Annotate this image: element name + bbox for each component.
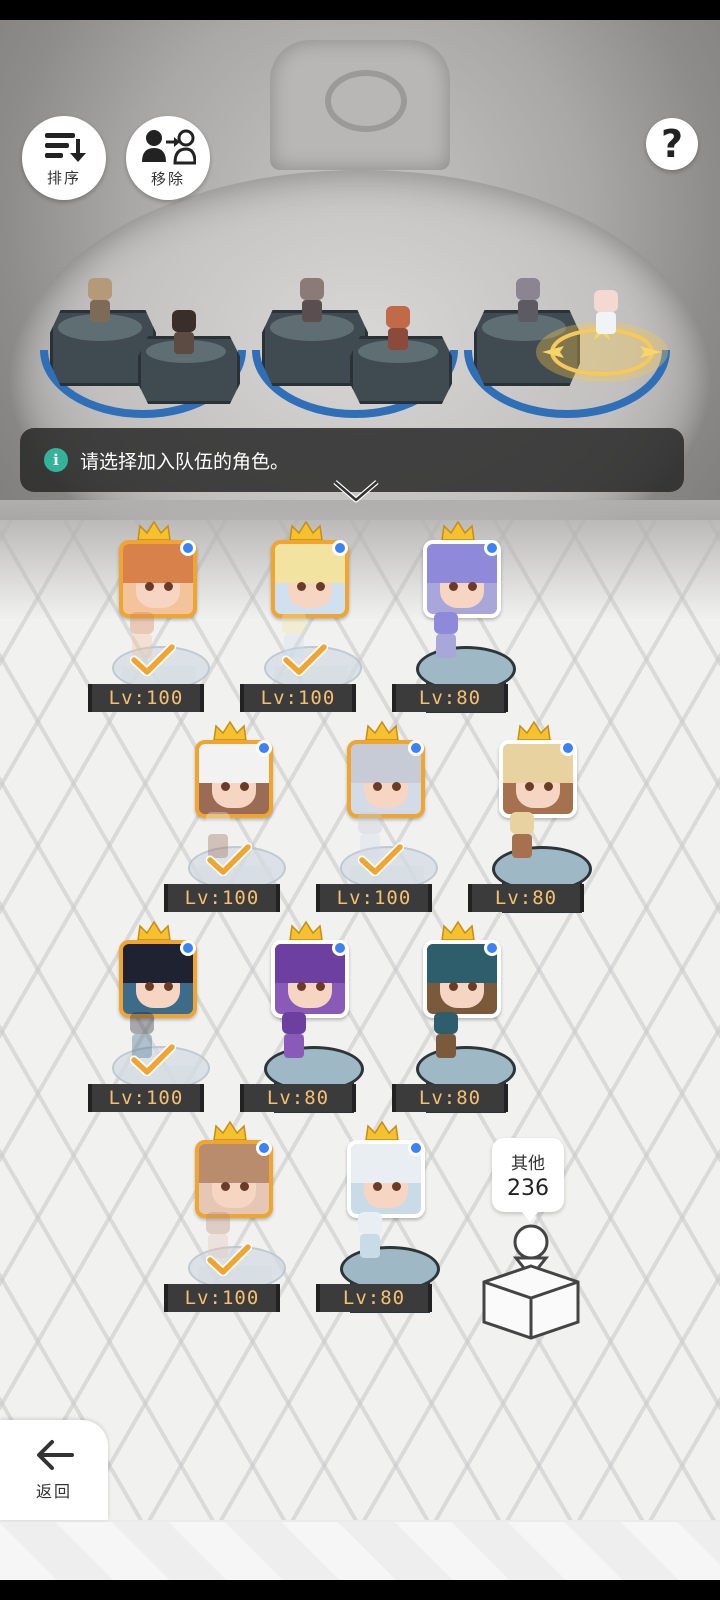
character-card[interactable]: Lv:80 xyxy=(316,1120,452,1320)
element-badge xyxy=(332,540,348,556)
character-card[interactable]: Lv:100 xyxy=(164,1120,300,1320)
element-badge xyxy=(408,1140,424,1156)
character-card[interactable]: Lv:100 xyxy=(88,920,224,1120)
checkmark-icon xyxy=(130,1042,176,1076)
character-card[interactable]: Lv:80 xyxy=(240,920,376,1120)
team-sprite-2 xyxy=(164,310,204,358)
crown-icon xyxy=(441,520,475,541)
level-label: Lv:80 xyxy=(468,884,584,912)
element-badge xyxy=(560,740,576,756)
element-badge xyxy=(180,540,196,556)
help-button[interactable]: ? xyxy=(646,118,698,170)
element-badge xyxy=(484,540,500,556)
arrow-left-icon xyxy=(37,1440,74,1470)
character-card[interactable]: Lv:100 xyxy=(316,720,452,920)
level-label: Lv:100 xyxy=(88,684,204,712)
sort-icon xyxy=(45,132,86,162)
checkmark-icon xyxy=(358,842,404,876)
info-icon: i xyxy=(44,448,68,472)
crown-icon xyxy=(365,720,399,741)
element-badge xyxy=(408,740,424,756)
character-sprite xyxy=(426,612,466,662)
remove-member-icon xyxy=(142,129,196,164)
back-button[interactable]: 返回 xyxy=(0,1420,108,1520)
team-sprite-5 xyxy=(508,278,548,326)
level-label: Lv:100 xyxy=(164,1284,280,1312)
crown-icon xyxy=(137,520,171,541)
remove-label: 移除 xyxy=(150,169,185,188)
character-card[interactable]: Lv:100 xyxy=(240,520,376,720)
character-sprite xyxy=(350,1212,390,1262)
crown-icon xyxy=(289,920,323,941)
others-pedestal[interactable] xyxy=(478,1220,584,1340)
crown-icon xyxy=(441,920,475,941)
sort-button[interactable]: 排序 xyxy=(22,116,106,200)
back-label: 返回 xyxy=(35,1482,72,1501)
character-card[interactable]: Lv:80 xyxy=(392,920,528,1120)
game-screen: 排序 移除 ? i 请选择加入队伍的角色。 Lv:100 Lv:100 Lv:8… xyxy=(0,20,720,1580)
instruction-text: 请选择加入队伍的角色。 xyxy=(80,450,290,473)
level-label: Lv:100 xyxy=(240,684,356,712)
level-label: Lv:80 xyxy=(316,1284,432,1312)
team-sprite-1 xyxy=(80,278,120,326)
character-sprite xyxy=(426,1012,466,1062)
level-label: Lv:100 xyxy=(316,884,432,912)
level-label: Lv:80 xyxy=(240,1084,356,1112)
crown-icon xyxy=(213,720,247,741)
team-sprite-3 xyxy=(292,278,332,326)
crown-icon xyxy=(289,520,323,541)
character-card[interactable]: Lv:100 xyxy=(88,520,224,720)
others-label: 其他 xyxy=(511,1154,545,1174)
character-card[interactable]: Lv:80 xyxy=(468,720,604,920)
team-sprite-6 xyxy=(586,290,626,338)
others-count: 236 xyxy=(507,1176,549,1201)
level-label: Lv:80 xyxy=(392,1084,508,1112)
level-label: Lv:100 xyxy=(164,884,280,912)
chevron-down-icon[interactable] xyxy=(331,476,381,506)
element-badge xyxy=(256,740,272,756)
element-badge xyxy=(256,1140,272,1156)
help-icon: ? xyxy=(660,122,684,166)
character-card[interactable]: Lv:80 xyxy=(392,520,528,720)
element-badge xyxy=(180,940,196,956)
character-sprite xyxy=(274,1012,314,1062)
bottom-strip xyxy=(0,1522,720,1580)
others-bubble[interactable]: 其他 236 xyxy=(492,1138,564,1222)
checkmark-icon xyxy=(130,642,176,676)
crown-icon xyxy=(213,1120,247,1141)
checkmark-icon xyxy=(282,642,328,676)
checkmark-icon xyxy=(206,1242,252,1276)
checkmark-icon xyxy=(206,842,252,876)
arena-arch-decoration xyxy=(270,40,450,170)
team-sprite-4 xyxy=(378,306,418,354)
remove-button[interactable]: 移除 xyxy=(126,116,210,200)
crown-icon xyxy=(517,720,551,741)
element-badge xyxy=(332,940,348,956)
sort-label: 排序 xyxy=(46,168,81,187)
crown-icon xyxy=(137,920,171,941)
character-sprite xyxy=(502,812,542,862)
character-card[interactable]: Lv:100 xyxy=(164,720,300,920)
level-label: Lv:80 xyxy=(392,684,508,712)
level-label: Lv:100 xyxy=(88,1084,204,1112)
element-badge xyxy=(484,940,500,956)
crown-icon xyxy=(365,1120,399,1141)
